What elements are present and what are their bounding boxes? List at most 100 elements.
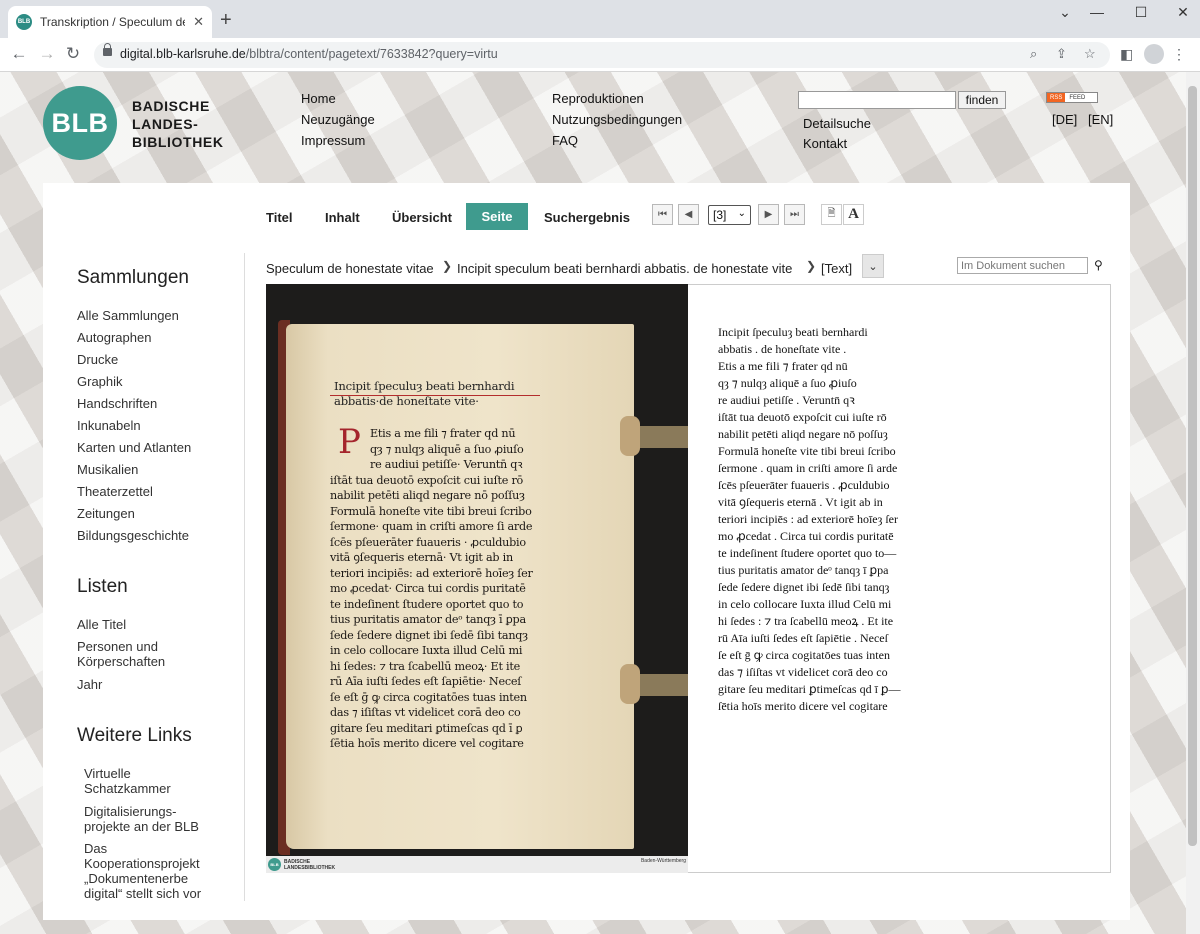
book-clasp (620, 664, 688, 704)
manuscript-line: tius puritatis amator deᵒ tanqȝ ī ꝑpa (330, 613, 526, 626)
tab-suchergebnis[interactable]: Suchergebnis (544, 210, 630, 225)
transcription-line: iſtāt tua deuotō expoſcit cui iuſte rō (718, 410, 887, 424)
sidebar-item-theaterzettel[interactable]: Theaterzettel (77, 484, 153, 499)
tab-inhalt[interactable]: Inhalt (325, 210, 360, 225)
manuscript-line: ſermone· quam in criſti amore ſi arde (330, 520, 533, 533)
sidebar-item-handschriften[interactable]: Handschriften (77, 396, 157, 411)
sidebar-item-alle-titel[interactable]: Alle Titel (77, 617, 126, 632)
nav-reproduktionen[interactable]: Reproduktionen (552, 91, 644, 106)
rss-feed-button[interactable]: RSS FEED (1046, 92, 1098, 103)
manuscript-line: ſede ſedere dignet ibi ſedē ſibi tanqȝ (330, 628, 528, 642)
sidebar-item-zeitungen[interactable]: Zeitungen (77, 506, 135, 521)
link-virtuelle-schatzkammer[interactable]: Virtuelle Schatzkammer (84, 766, 184, 796)
prev-page-icon[interactable]: ◀ (678, 204, 699, 225)
sidebar-item-autographen[interactable]: Autographen (77, 330, 151, 345)
sidepanel-icon[interactable]: ◧ (1120, 46, 1133, 63)
link-kooperationsprojekt[interactable]: Das Kooperationsprojekt „Dokumentenerbe … (84, 841, 212, 901)
logo-wordmark[interactable]: BADISCHE LANDES- BIBLIOTHEK (132, 97, 224, 151)
nav-neuzugaenge[interactable]: Neuzugänge (301, 112, 375, 127)
minimize-icon[interactable]: — (1082, 4, 1112, 20)
lang-en-link[interactable]: [EN] (1088, 112, 1113, 127)
tab-uebersicht[interactable]: Übersicht (392, 210, 452, 225)
sidebar-item-alle-sammlungen[interactable]: Alle Sammlungen (77, 308, 179, 323)
new-tab-icon[interactable]: + (220, 10, 232, 30)
link-digitalisierungsprojekte[interactable]: Digitalisierungs-projekte an der BLB (84, 804, 209, 834)
transcription-line: tius puritatis amator deᵒ tanqȝ ī ꝑpa (718, 563, 889, 577)
nav-home[interactable]: Home (301, 91, 336, 106)
forward-icon[interactable]: → (36, 44, 58, 64)
sidebar-item-drucke[interactable]: Drucke (77, 352, 118, 367)
manuscript-line: te indeſinent ſtudere oportet quo to (330, 597, 524, 611)
transcription-line: ſētia hoīs merito dicere vel cogitare (718, 699, 888, 713)
breadcrumb-item-1[interactable]: Speculum de honestate vitae (266, 261, 434, 276)
document-search-input[interactable]: Im Dokument suchen (957, 257, 1088, 274)
window-close-icon[interactable]: ✕ (1168, 4, 1198, 21)
back-icon[interactable]: ← (8, 44, 30, 64)
text-view-icon[interactable]: A (843, 204, 864, 225)
transcription-text: Incipit ſpeculuȝ beati bernhardi abbatis … (718, 324, 901, 715)
favicon-icon: BLB (16, 14, 32, 30)
profile-avatar-icon[interactable] (1144, 44, 1164, 64)
first-page-icon[interactable]: ⏮ (652, 204, 673, 225)
manuscript-line: gitare ſeu meditari ꝑtimeſcas qd ī ꝑ (330, 721, 523, 735)
transcription-line: te indeſinent ſtudere oportet quo to— (718, 546, 897, 560)
sidebar-item-jahr[interactable]: Jahr (77, 677, 102, 692)
page-select[interactable]: [3] ⌄ (708, 205, 751, 225)
sidebar-divider (244, 253, 245, 901)
url-field[interactable]: digital.blb-karlsruhe.de/blbtra/content/… (94, 42, 1110, 68)
lang-de-link[interactable]: [DE] (1052, 112, 1077, 127)
transcription-line: in celo collocare Iuxta illud Celū mi (718, 597, 892, 611)
tab-seite[interactable]: Seite (466, 203, 528, 230)
next-page-icon[interactable]: ▶ (758, 204, 779, 225)
sidebar-item-bildungsgeschichte[interactable]: Bildungsgeschichte (77, 528, 189, 543)
maximize-icon[interactable]: ☐ (1126, 4, 1156, 21)
share-icon[interactable]: ⇪ (1056, 46, 1067, 62)
manuscript-line: in celo collocare Iuxta illud Celū mi (330, 644, 523, 657)
nav-detailsuche[interactable]: Detailsuche (803, 116, 871, 131)
sidebar-item-inkunabeln[interactable]: Inkunabeln (77, 418, 141, 433)
sammlungen-heading: Sammlungen (77, 267, 189, 288)
rss-icon: RSS (1047, 93, 1066, 102)
last-page-icon[interactable]: ⏭ (784, 204, 805, 225)
bookmark-star-icon[interactable]: ☆ (1084, 46, 1096, 62)
manuscript-line: ſcēs pſeuerāter fuaueris · ꝓculdubio (330, 535, 526, 549)
menu-icon[interactable]: ⋮ (1172, 46, 1186, 63)
transcription-line: ſcēs pſeuerāter fuaueris . ꝓculdubio (718, 478, 890, 492)
transcription-line: nabilit petēti aliqd negare nō poſſuȝ (718, 427, 888, 441)
transcription-line: Formulā honeſte vite tibi breui ſcribo (718, 444, 896, 458)
sidebar-item-karten[interactable]: Karten und Atlanten (77, 440, 191, 455)
chevron-right-icon: ❯ (806, 259, 817, 273)
zoom-search-icon[interactable]: ⌕ (1030, 46, 1037, 62)
transcription-line: teriori incipiēs : ad exteriorē hoīeȝ ſe… (718, 512, 898, 526)
url-path: /blbtra/content/pagetext/7633842?query=v… (245, 47, 498, 61)
reload-icon[interactable]: ↻ (62, 44, 84, 64)
search-icon[interactable]: ⚲ (1094, 258, 1103, 272)
address-bar: ← → ↻ digital.blb-karlsruhe.de/blbtra/co… (0, 38, 1200, 72)
rss-feed-label: FEED (1069, 94, 1086, 101)
nav-faq[interactable]: FAQ (552, 133, 578, 148)
blb-logo[interactable]: BLB (43, 86, 117, 160)
close-icon[interactable]: ✕ (193, 14, 204, 30)
finden-button[interactable]: finden (958, 91, 1006, 109)
tab-titel[interactable]: Titel (266, 210, 293, 225)
browser-tab[interactable]: BLB Transkription / Speculum de hon ✕ (8, 6, 212, 38)
breadcrumb-dropdown-icon[interactable]: ⌄ (862, 254, 884, 278)
nav-nutzungsbedingungen[interactable]: Nutzungsbedingungen (552, 112, 682, 127)
url-host: digital.blb-karlsruhe.de (120, 47, 246, 61)
scrollbar-thumb[interactable] (1188, 86, 1197, 846)
sidebar-item-musikalien[interactable]: Musikalien (77, 462, 138, 477)
manuscript-line: teriori incipiēs: ad exteriorē hoīeȝ ſer (330, 566, 533, 580)
transcription-line: ſede ſedere dignet ibi ſedē ſibi tanqȝ (718, 580, 890, 594)
manuscript-line: re audiui petiſſe· Veruntn̄ qꝛ (370, 458, 523, 471)
nav-kontakt[interactable]: Kontakt (803, 136, 847, 151)
breadcrumb-item-2[interactable]: Incipit speculum beati bernhardi abbatis… (457, 261, 792, 276)
document-view-icon[interactable]: 🗎 (821, 204, 842, 225)
transcription-line: Incipit ſpeculuȝ beati bernhardi (718, 325, 868, 339)
manuscript-line: qȝ ⁊ nulqȝ aliquē a ſuo ꝓiuſo (370, 442, 524, 456)
nav-impressum[interactable]: Impressum (301, 133, 365, 148)
sidebar-item-graphik[interactable]: Graphik (77, 374, 123, 389)
chevron-down-icon[interactable]: ⌄ (1050, 4, 1080, 21)
sidebar-item-personen[interactable]: Personen und Körperschaften (77, 639, 187, 669)
transcription-line: hi ſedes : ⁊ tra ſcabellū meoꝝ . Et ite (718, 614, 894, 628)
site-search-input[interactable] (798, 91, 956, 109)
